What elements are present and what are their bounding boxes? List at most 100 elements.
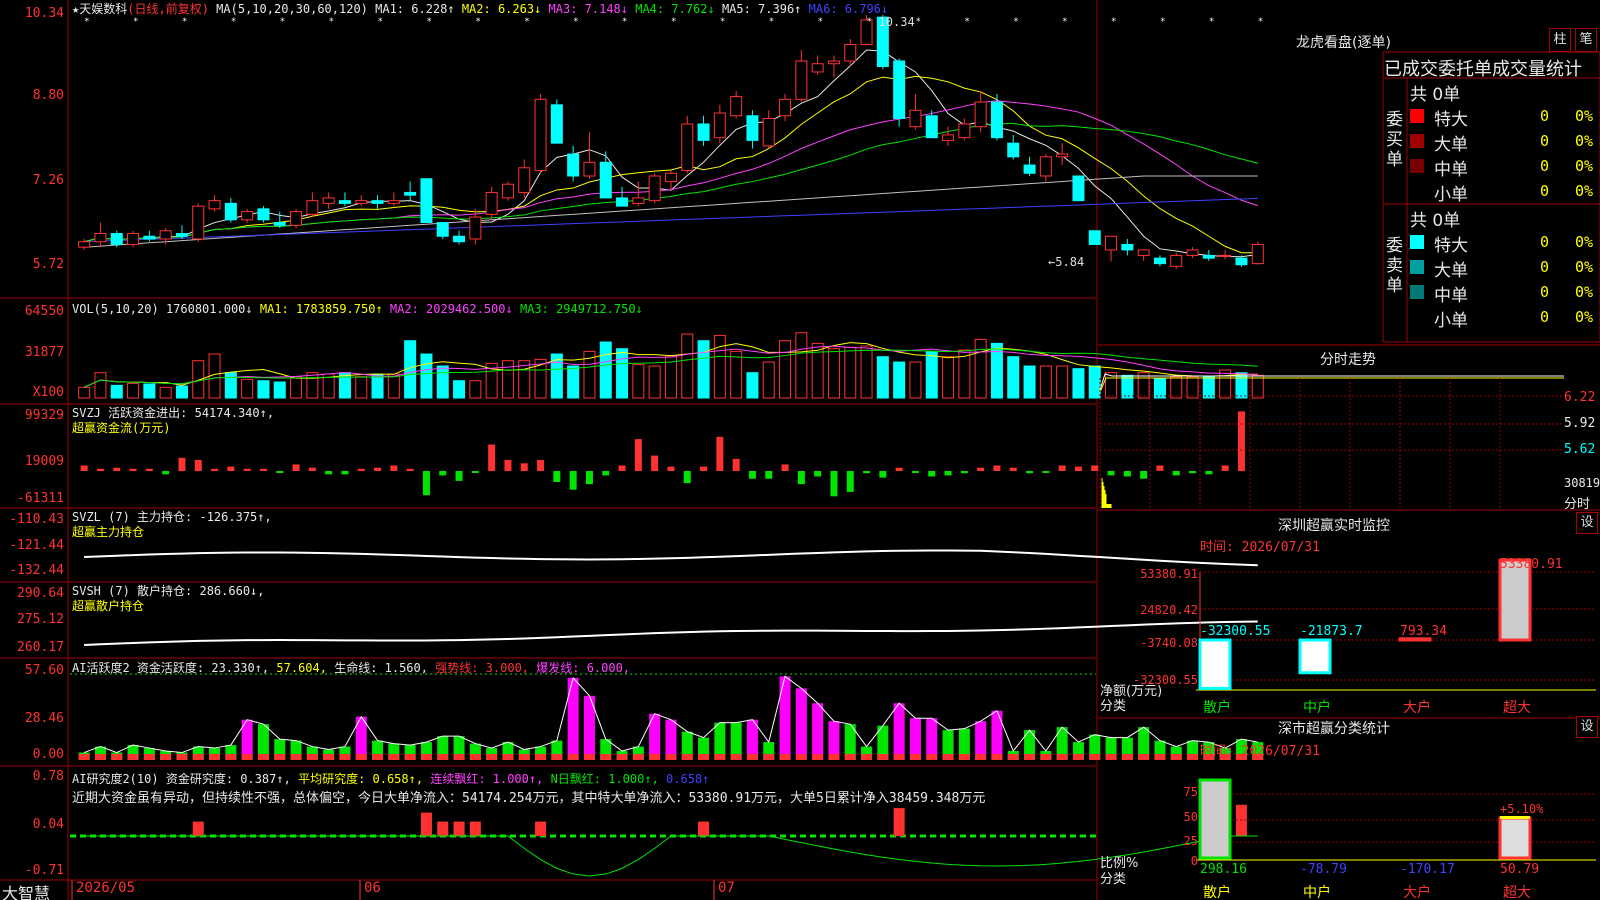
- order-count: 0: [1540, 132, 1550, 150]
- main-chart-canvas[interactable]: * * * * * * * * * * * * * * * * * * * * * * * * *10.34←5.84: [0, 0, 1600, 900]
- candle: [942, 134, 955, 141]
- fl-bar-retail: [1198, 778, 1232, 860]
- candle: [616, 197, 629, 207]
- activity-base: [437, 754, 449, 760]
- intraday-avg-line: [1099, 377, 1564, 393]
- date-label-0: 2026/05: [76, 880, 136, 896]
- period-mode[interactable]: (日线,前复权): [127, 2, 209, 16]
- axis-label: 28.46: [24, 711, 64, 726]
- activity-base: [1121, 754, 1133, 760]
- axis-label: 7.26: [32, 173, 64, 188]
- fund-flow-bar: [113, 467, 121, 471]
- activity-base: [486, 754, 498, 760]
- activity-base: [698, 754, 710, 760]
- stats-tab[interactable]: 已成交委托单成交量统计: [1384, 55, 1582, 81]
- volume-bar: [844, 346, 857, 399]
- fund-flow-bar: [374, 467, 382, 471]
- fs-axis-0: 6.22: [1564, 390, 1596, 405]
- header-value: MA3: 2949712.750↓: [519, 302, 643, 316]
- intraday-price-line: [1099, 373, 1564, 391]
- activity-base: [1007, 754, 1019, 760]
- activity-base: [828, 754, 840, 760]
- size-swatch: [1410, 159, 1424, 173]
- volume-bar: [127, 382, 140, 399]
- volume-bar: [94, 372, 107, 399]
- fund-flow-bar: [1140, 471, 1148, 479]
- vol-values: 1760801.000↓ MA1: 1783859.750↑ MA2: 2029…: [166, 302, 643, 316]
- fund-flow-bar: [80, 465, 88, 471]
- fs-title: 分时走势: [1320, 352, 1376, 368]
- header-value: 57.604,: [276, 661, 335, 675]
- candle: [1219, 254, 1232, 257]
- candle: [208, 200, 221, 210]
- fund-flow-bar: [488, 444, 496, 471]
- axis-label: 31877: [24, 345, 64, 360]
- order-pct: 0%: [1575, 258, 1594, 276]
- axis-label: 64550: [24, 304, 64, 319]
- fund-flow-bar: [243, 468, 251, 471]
- fund-flow-bar: [520, 463, 528, 471]
- volume-bar: [648, 365, 661, 399]
- activity-base: [1056, 754, 1068, 760]
- svzl-label: 主力持仓: -126.375↑,: [137, 510, 272, 524]
- svsh-label: 散户持仓: 286.660↓,: [137, 584, 265, 598]
- activity-base: [176, 754, 188, 760]
- fund-flow-bar: [1058, 465, 1066, 471]
- candle: [1072, 175, 1085, 202]
- candle: [909, 109, 922, 128]
- candle: [453, 235, 466, 243]
- candle: [762, 118, 775, 147]
- sz-settings-button[interactable]: 设: [1576, 512, 1598, 534]
- ai-comment: 近期大资金虽有异动，但持续性不强，总体偏空，今日大单净流入：54174.254万…: [72, 791, 986, 806]
- size-swatch: [1410, 285, 1424, 299]
- fund-flow-bar: [569, 471, 577, 490]
- sz-axis-label: 53380.91: [1140, 567, 1198, 581]
- candle: [501, 183, 514, 199]
- fund-flow-bar: [585, 471, 593, 485]
- fund-flow-bar: [830, 471, 838, 497]
- activity-base: [1170, 754, 1182, 760]
- candle: [1088, 230, 1101, 245]
- activity-base: [665, 754, 677, 760]
- tick-mode-button[interactable]: 笔: [1575, 28, 1597, 52]
- candle: [241, 211, 254, 221]
- event-star: *: [133, 17, 138, 27]
- fund-flow-bar: [178, 457, 186, 471]
- candle: [1153, 257, 1166, 265]
- volume-bar: [1007, 356, 1020, 399]
- brand-logo: 大智慧: [2, 884, 51, 900]
- event-star: *: [475, 17, 480, 27]
- activity-base: [1040, 754, 1052, 760]
- activity-base: [339, 754, 351, 760]
- candle: [534, 98, 547, 172]
- activity-base: [583, 754, 595, 760]
- volume-bar: [632, 364, 645, 399]
- stock-name: 天娱数科: [79, 2, 128, 16]
- fund-flow-bar: [341, 471, 349, 475]
- volume-bar: [1072, 368, 1085, 399]
- candle: [1186, 249, 1199, 256]
- sz-net-bar: [1198, 638, 1232, 690]
- header-value: MA4: 7.762↓: [635, 2, 722, 16]
- axis-label: 10.34: [24, 6, 64, 21]
- order-count: 0: [1540, 233, 1550, 251]
- header-value: MA2: 6.263↓: [461, 2, 549, 16]
- fl-settings-button[interactable]: 设: [1576, 716, 1598, 738]
- svsh-sub: 超赢散户持仓: [72, 599, 145, 613]
- fund-flow-bar: [357, 468, 365, 471]
- activity-base: [681, 754, 693, 760]
- volume-bar: [1039, 365, 1052, 399]
- axis-label: -0.71: [24, 863, 64, 878]
- activity-base: [730, 754, 742, 760]
- research-bar: [420, 812, 432, 836]
- fund-flow-bar: [683, 471, 691, 484]
- fl-value-label: -78.79: [1300, 862, 1347, 877]
- fund-flow-bar: [308, 467, 316, 471]
- volume-bar: [599, 341, 612, 399]
- order-pct: 0%: [1575, 107, 1594, 125]
- activity-base: [1089, 754, 1101, 760]
- fund-flow-bar: [96, 468, 104, 471]
- bar-mode-button[interactable]: 柱: [1549, 28, 1571, 52]
- fl-title: 深市超赢分类统计: [1278, 721, 1390, 737]
- fund-flow-bar: [504, 460, 512, 471]
